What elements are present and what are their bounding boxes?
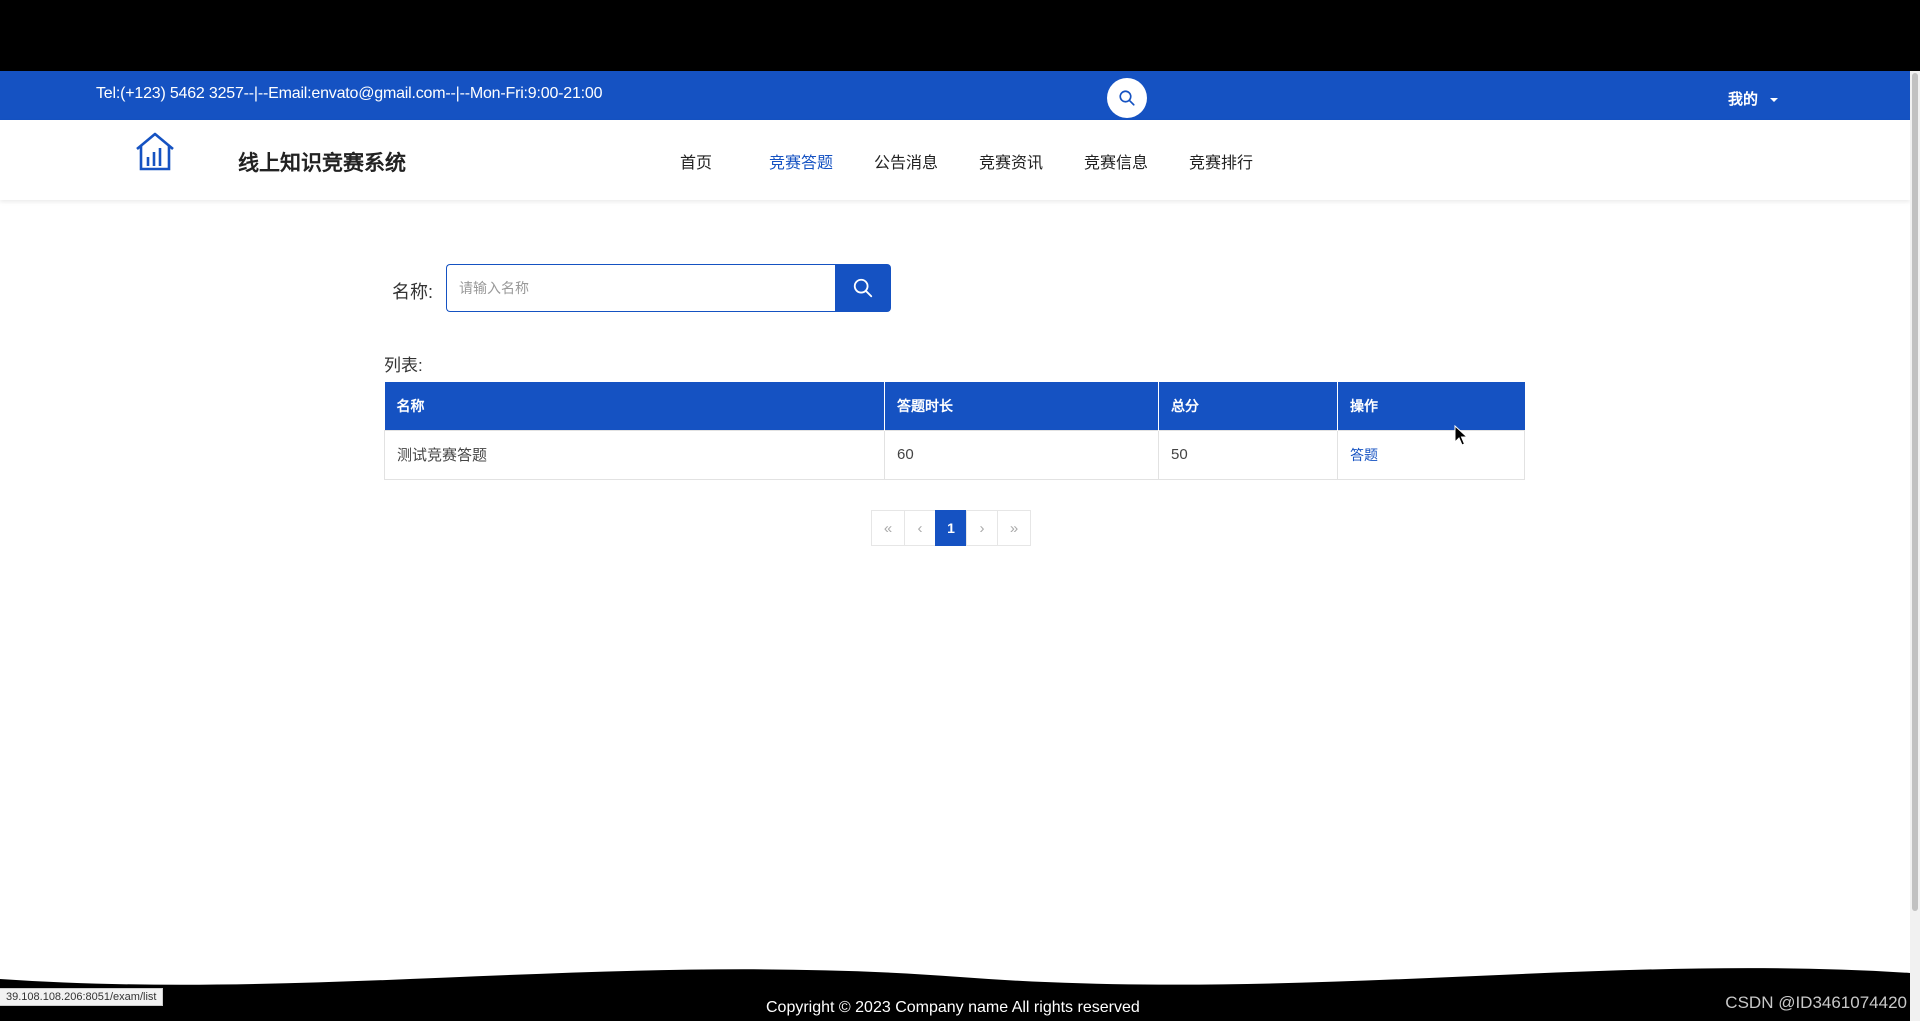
search-name-label: 名称: xyxy=(392,282,434,302)
scrollbar-thumb[interactable] xyxy=(1912,73,1918,911)
table-header-row: 名称 答题时长 总分 操作 xyxy=(384,382,1525,430)
mouse-pointer-icon xyxy=(1454,425,1468,446)
search-icon xyxy=(853,278,873,298)
nav-item-contest-news[interactable]: 竞赛资讯 xyxy=(979,149,1043,173)
cell-score: 50 xyxy=(1158,429,1338,480)
prev-page-button[interactable]: ‹ xyxy=(904,510,936,546)
nav-item-contest-answer[interactable]: 竞赛答题 xyxy=(769,149,833,173)
page-1-button[interactable]: 1 xyxy=(935,510,967,546)
cell-action: 答题 xyxy=(1337,429,1525,480)
name-search-input[interactable] xyxy=(446,264,836,312)
column-header-action: 操作 xyxy=(1337,382,1525,430)
house-chart-logo-icon[interactable] xyxy=(134,130,176,177)
nav-item-contest-info[interactable]: 竞赛信息 xyxy=(1084,149,1148,173)
nav-item-contest-ranking[interactable]: 竞赛排行 xyxy=(1189,149,1253,173)
status-bar-url: 39.108.108.206:8051/exam/list xyxy=(0,988,164,1006)
vertical-scrollbar[interactable] xyxy=(1910,71,1920,1021)
first-page-button[interactable]: « xyxy=(871,510,905,546)
cell-duration: 60 xyxy=(884,429,1159,480)
contest-table: 名称 答题时长 总分 操作 测试竞赛答题 60 50 答题 xyxy=(384,382,1525,480)
answer-link[interactable]: 答题 xyxy=(1350,447,1378,463)
search-submit-button[interactable] xyxy=(835,264,891,312)
contact-info: Tel:(+123) 5462 3257--|--Email:envato@gm… xyxy=(96,85,603,102)
nav-item-announcements[interactable]: 公告消息 xyxy=(874,149,938,173)
column-header-duration: 答题时长 xyxy=(884,382,1159,430)
user-menu-dropdown[interactable]: 我的 xyxy=(1728,88,1779,109)
search-icon xyxy=(1119,90,1135,106)
nav-item-home[interactable]: 首页 xyxy=(680,149,712,173)
cell-name: 测试竞赛答题 xyxy=(384,429,885,480)
column-header-name: 名称 xyxy=(384,382,885,430)
last-page-button[interactable]: » xyxy=(997,510,1031,546)
pagination: « ‹ 1 › » xyxy=(871,510,1031,546)
header-search-button[interactable] xyxy=(1107,78,1147,118)
column-header-score: 总分 xyxy=(1158,382,1338,430)
watermark: CSDN @ID3461074420 xyxy=(1725,993,1907,1012)
caret-down-icon xyxy=(1770,98,1779,103)
top-info-bar: Tel:(+123) 5462 3257--|--Email:envato@gm… xyxy=(0,71,1910,120)
table-row: 测试竞赛答题 60 50 答题 xyxy=(384,429,1525,480)
footer-copyright: Copyright © 2023 Company name All rights… xyxy=(766,999,1140,1016)
site-title: 线上知识竞赛系统 xyxy=(238,152,406,175)
next-page-button[interactable]: › xyxy=(966,510,998,546)
browser-viewport: Tel:(+123) 5462 3257--|--Email:envato@gm… xyxy=(0,71,1910,1021)
list-label: 列表: xyxy=(384,356,423,375)
user-menu-label: 我的 xyxy=(1728,91,1759,108)
main-nav-bar: 线上知识竞赛系统 首页 竞赛答题 公告消息 竞赛资讯 竞赛信息 竞赛排行 xyxy=(0,120,1910,200)
